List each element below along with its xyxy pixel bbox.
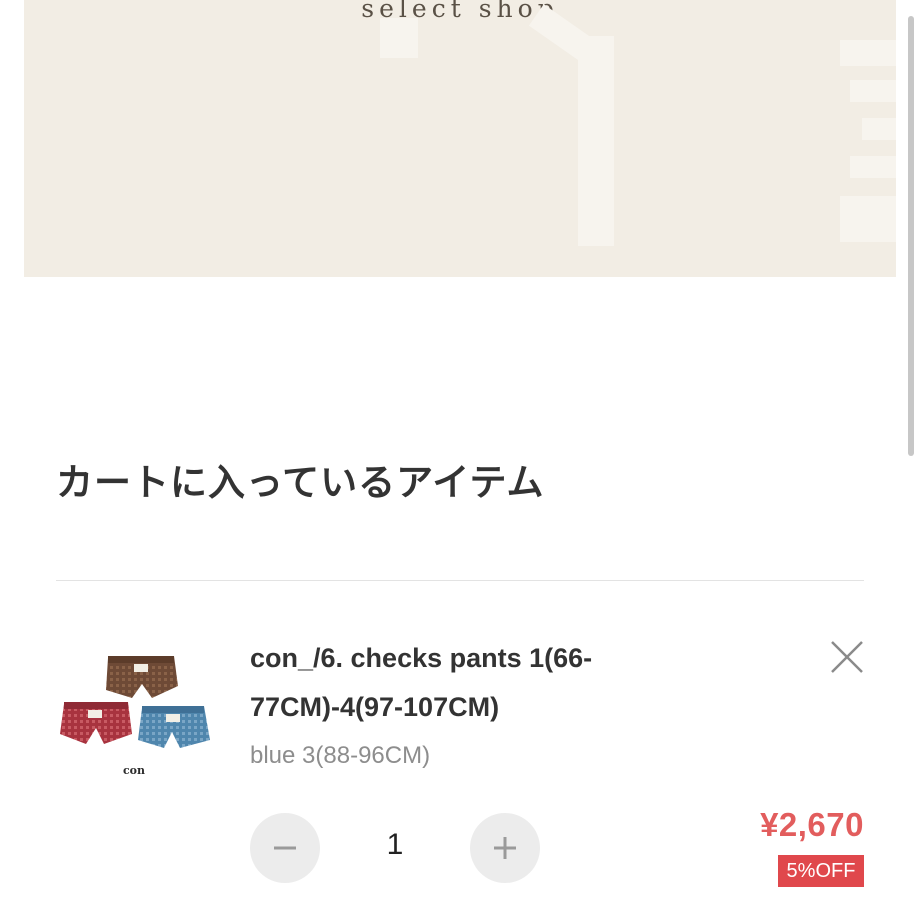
product-name[interactable]: con_/6. checks pants 1(66-77CM)-4(97-107…	[250, 634, 670, 732]
item-price: ¥2,670	[760, 806, 864, 843]
banner-deco-shape	[578, 36, 614, 246]
quantity-value: 1	[386, 828, 404, 861]
cart-section-title: カートに入っているアイテム	[56, 461, 545, 504]
plus-icon	[494, 837, 516, 859]
banner-deco-shape	[862, 118, 896, 140]
quantity-increment-button[interactable]	[470, 813, 540, 883]
shop-banner: select shop	[24, 0, 896, 277]
discount-badge: 5%OFF	[778, 855, 864, 887]
quantity-decrement-button[interactable]	[250, 813, 320, 883]
product-variant: blue 3(88-96CM)	[250, 742, 431, 769]
thumbnail-brand-label: con	[123, 764, 145, 777]
banner-deco-shape	[850, 156, 896, 178]
cart-page: select shop カートに入っているアイテム con con_/6. ch…	[0, 0, 920, 920]
scrollbar[interactable]	[908, 16, 914, 456]
checked-shorts-image: con	[60, 656, 210, 777]
banner-deco-shape	[380, 18, 418, 58]
product-thumbnail[interactable]: con	[56, 636, 214, 786]
banner-deco-shape	[840, 40, 896, 66]
minus-icon	[274, 846, 296, 850]
banner-tagline: select shop	[361, 0, 559, 23]
close-icon	[831, 641, 863, 673]
remove-item-button[interactable]	[826, 636, 868, 678]
banner-deco-shape	[850, 80, 896, 102]
banner-deco-shape	[840, 196, 896, 242]
section-divider	[56, 580, 864, 581]
